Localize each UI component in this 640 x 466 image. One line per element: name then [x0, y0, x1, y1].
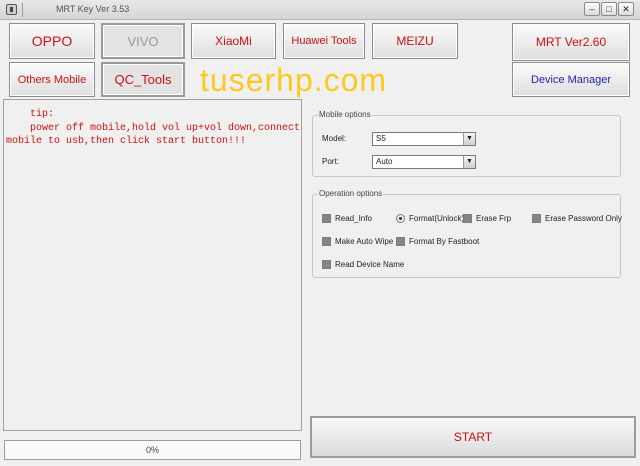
checkbox-icon[interactable] [322, 237, 331, 246]
checkbox-icon[interactable] [322, 260, 331, 269]
checkbox-icon[interactable] [396, 237, 405, 246]
others-mobile-button[interactable]: Others Mobile [9, 62, 95, 97]
app-icon[interactable] [6, 4, 17, 15]
format-unlock-label: Format(Unlock) [409, 214, 465, 223]
format-fastboot-option[interactable]: Format By Fastboot [396, 237, 479, 246]
radio-selected-icon[interactable] [396, 214, 405, 223]
vivo-button[interactable]: VIVO [101, 23, 185, 59]
mobile-options-legend: Mobile options [318, 110, 372, 119]
erase-password-option[interactable]: Erase Password Only [532, 214, 622, 223]
format-fastboot-label: Format By Fastboot [409, 237, 480, 246]
xiaomi-button[interactable]: XiaoMi [191, 23, 276, 59]
title-bar: MRT Key Ver 3.53 – □ ✕ [0, 0, 640, 20]
title-separator [22, 3, 23, 17]
progress-bar: 0% [4, 440, 301, 460]
model-value: S5 [376, 134, 386, 143]
model-dropdown[interactable]: S5 ▼ [372, 132, 476, 146]
erase-password-label: Erase Password Only [545, 214, 622, 223]
oppo-button[interactable]: OPPO [9, 23, 95, 59]
huawei-tools-button[interactable]: Huawei Tools [283, 23, 365, 59]
checkbox-icon[interactable] [532, 214, 541, 223]
read-device-name-option[interactable]: Read Device Name [322, 260, 404, 269]
read-device-name-label: Read Device Name [335, 260, 405, 269]
operation-options-legend: Operation options [318, 189, 384, 198]
close-button[interactable]: ✕ [618, 2, 634, 16]
make-auto-wipe-label: Make Auto Wipe [335, 237, 394, 246]
minimize-button[interactable]: – [584, 2, 600, 16]
make-auto-wipe-option[interactable]: Make Auto Wipe [322, 237, 393, 246]
port-dropdown[interactable]: Auto ▼ [372, 155, 476, 169]
checkbox-icon[interactable] [322, 214, 331, 223]
log-panel: tip: power off mobile,hold vol up+vol do… [3, 99, 302, 431]
tip-text: tip: power off mobile,hold vol up+vol do… [6, 109, 301, 147]
qc-tools-button[interactable]: QC_Tools [101, 62, 185, 97]
read-info-option[interactable]: Read_Info [322, 214, 372, 223]
port-label: Port: [322, 157, 339, 166]
chevron-down-icon[interactable]: ▼ [463, 133, 475, 145]
port-value: Auto [376, 157, 393, 166]
model-label: Model: [322, 134, 347, 143]
operation-options-group: Operation options Read_Info Format(Unloc… [312, 189, 622, 278]
start-button[interactable]: START [310, 416, 636, 458]
mobile-options-group: Mobile options Model: S5 ▼ Port: Auto ▼ [312, 110, 621, 177]
window-title: MRT Key Ver 3.53 [56, 4, 130, 14]
device-manager-button[interactable]: Device Manager [512, 62, 630, 97]
format-unlock-option[interactable]: Format(Unlock) [396, 214, 464, 223]
progress-label: 0% [145, 445, 159, 455]
read-info-label: Read_Info [335, 214, 372, 223]
chevron-down-icon[interactable]: ▼ [463, 156, 475, 168]
erase-frp-option[interactable]: Erase Frp [463, 214, 511, 223]
checkbox-icon[interactable] [463, 214, 472, 223]
erase-frp-label: Erase Frp [476, 214, 512, 223]
maximize-button[interactable]: □ [601, 2, 617, 16]
meizu-button[interactable]: MEIZU [372, 23, 458, 59]
mrt-version-button[interactable]: MRT Ver2.60 [512, 23, 630, 61]
watermark-text: tuserhp.com [200, 62, 388, 98]
